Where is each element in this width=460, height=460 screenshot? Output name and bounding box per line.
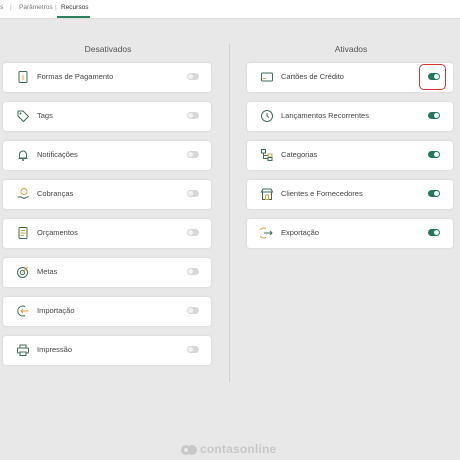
svg-text:$: $: [21, 75, 25, 82]
target-icon: [16, 265, 30, 279]
feature-toggle-importacao[interactable]: [187, 307, 199, 314]
feature-card-notificacoes: Notificações: [3, 141, 211, 170]
feature-card-metas: Metas: [3, 258, 211, 287]
tag-icon: [16, 109, 30, 123]
feature-toggle-notificacoes[interactable]: [187, 151, 199, 158]
payment-receipt-icon: $: [16, 70, 30, 84]
feature-label: Clientes e Fornecedores: [281, 189, 363, 198]
import-icon: [16, 304, 30, 318]
column-divider: [229, 44, 230, 382]
disabled-column-title: Desativados: [84, 44, 132, 54]
document-icon: [16, 226, 30, 240]
feature-toggle-lancamentos-recorrentes[interactable]: [428, 112, 440, 119]
feature-label: Notificações: [37, 150, 78, 159]
feature-card-lancamentos-recorrentes: Lançamentos Recorrentes: [247, 102, 453, 131]
clock-icon: [260, 109, 274, 123]
enabled-column-title: Ativados: [334, 44, 368, 54]
breadcrumb-separator: |: [55, 4, 57, 11]
feature-toggle-orcamentos[interactable]: [187, 229, 199, 236]
feature-label: Metas: [37, 267, 58, 276]
coin-hand-icon: [16, 187, 30, 201]
feature-label: Cobranças: [37, 189, 74, 198]
printer-icon: [16, 343, 30, 357]
contasonline-logo-icon: [180, 444, 198, 456]
active-tab-indicator: [57, 16, 90, 18]
brand-name: contasonline: [200, 442, 277, 456]
feature-toggle-cobrancas[interactable]: [187, 190, 199, 197]
feature-label: Importação: [37, 306, 75, 315]
export-icon: [260, 226, 274, 240]
feature-label: Impressão: [37, 345, 73, 354]
feature-card-orcamentos: Orçamentos: [3, 219, 211, 248]
category-tree-icon: [260, 148, 274, 162]
feature-toggle-impressao[interactable]: [187, 346, 199, 353]
feature-card-categorias: Categorias: [247, 141, 453, 170]
credit-card-icon: [260, 70, 274, 84]
feature-label: Tags: [37, 111, 53, 120]
breadcrumb-separator: |: [10, 4, 12, 11]
feature-card-cobrancas: Cobranças: [3, 180, 211, 209]
store-icon: [260, 187, 274, 201]
feature-label: Lançamentos Recorrentes: [281, 111, 369, 120]
breadcrumb: s | Parâmetros | Recursos: [0, 0, 460, 19]
feature-toggle-exportacao[interactable]: [428, 229, 440, 236]
feature-card-exportacao: Exportação: [247, 219, 453, 248]
feature-label: Exportação: [281, 228, 319, 237]
feature-card-importacao: Importação: [3, 297, 211, 326]
highlight-box: [419, 64, 446, 90]
breadcrumb-first[interactable]: s: [0, 4, 3, 11]
feature-toggle-formas-de-pagamento[interactable]: [187, 73, 199, 80]
feature-card-tags: Tags: [3, 102, 211, 131]
feature-label: Categorias: [281, 150, 318, 159]
feature-toggle-metas[interactable]: [187, 268, 199, 275]
feature-label: Cartões de Crédito: [281, 72, 344, 81]
breadcrumb-parametros[interactable]: Parâmetros: [19, 4, 53, 11]
feature-toggle-tags[interactable]: [187, 112, 199, 119]
feature-toggle-categorias[interactable]: [428, 151, 440, 158]
breadcrumb-recursos[interactable]: Recursos: [61, 4, 88, 11]
feature-card-clientes-e-fornecedores: Clientes e Fornecedores: [247, 180, 453, 209]
feature-card-impressao: Impressão: [3, 336, 211, 365]
feature-card-formas-de-pagamento: $ Formas de Pagamento: [3, 63, 211, 92]
feature-toggle-clientes-e-fornecedores[interactable]: [428, 190, 440, 197]
feature-label: Orçamentos: [37, 228, 78, 237]
bell-icon: [16, 148, 30, 162]
feature-label: Formas de Pagamento: [37, 72, 114, 81]
